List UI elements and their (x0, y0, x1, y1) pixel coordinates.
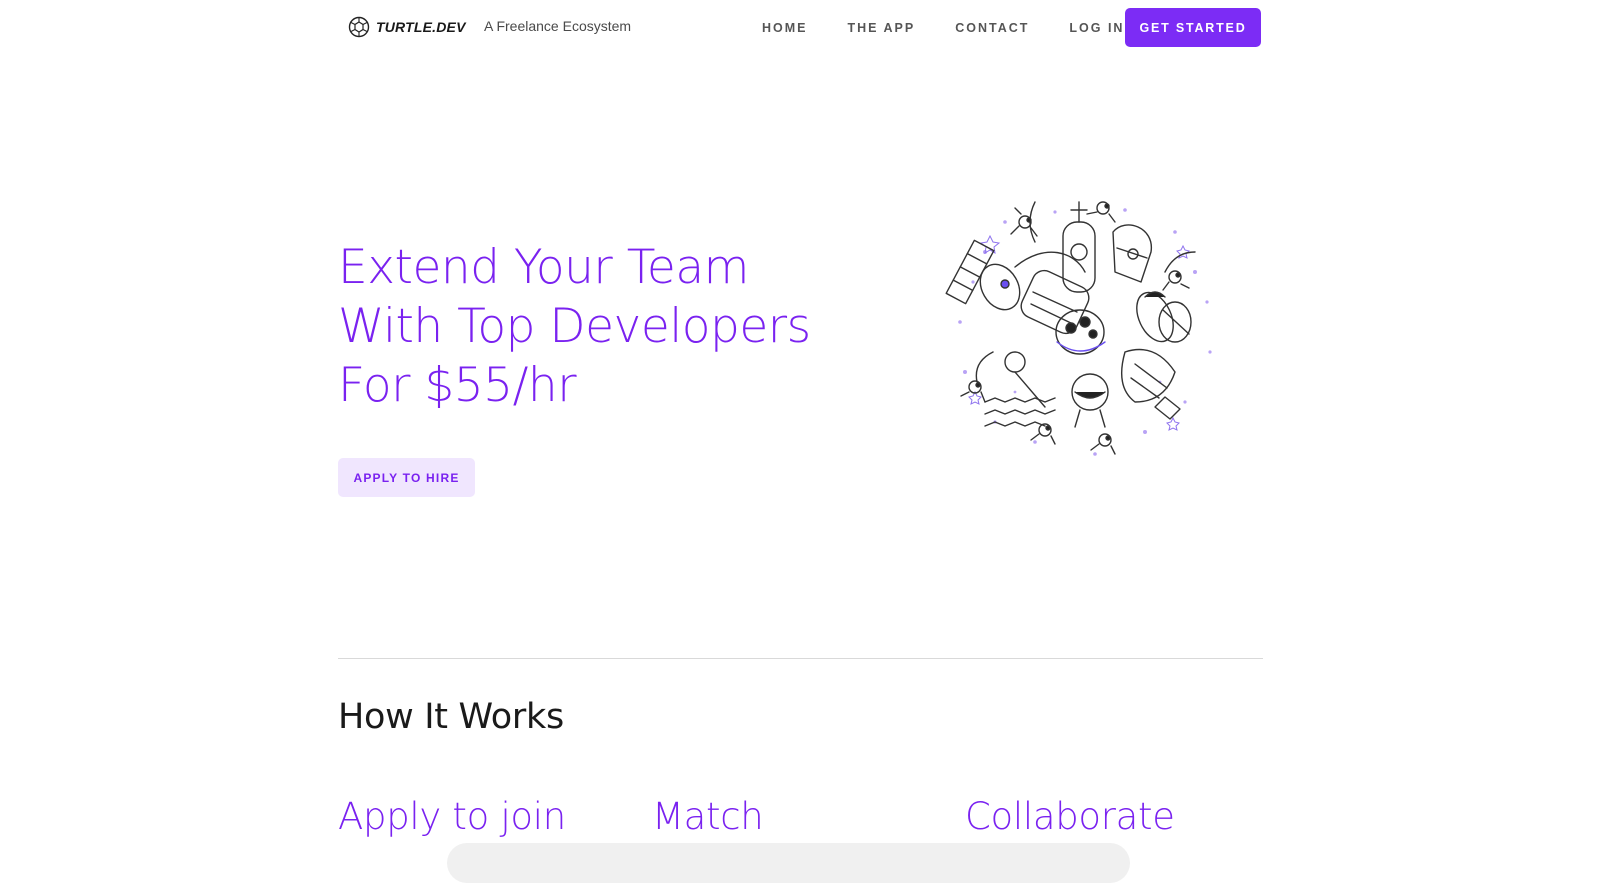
turtle-shell-icon (348, 16, 370, 38)
how-it-works-title: How It Works (338, 697, 564, 737)
nav-link-the-app[interactable]: THE APP (848, 21, 916, 35)
nav-link-contact[interactable]: CONTACT (955, 21, 1029, 35)
hero-title-line-1: Extend Your Team (338, 240, 749, 295)
hero-title-line-2: With Top Developers (338, 299, 811, 354)
nav-link-log-in[interactable]: LOG IN (1069, 21, 1124, 35)
step-apply-to-join: Apply to join (338, 795, 566, 838)
step-collaborate: Collaborate (965, 795, 1175, 838)
nav-link-home[interactable]: HOME (762, 21, 808, 35)
brand-logo-link[interactable]: TURTLE.DEV (348, 16, 466, 38)
brand-tagline: A Freelance Ecosystem (484, 18, 632, 34)
apply-to-hire-button[interactable]: APPLY TO HIRE (338, 458, 475, 497)
space-station-illustration (945, 192, 1227, 462)
hero-title-line-3: For $55/hr (338, 358, 577, 413)
nav-links: HOME THE APP CONTACT LOG IN (762, 8, 1144, 48)
step-match: Match (652, 795, 764, 838)
top-navbar: TURTLE.DEV A Freelance Ecosystem HOME TH… (0, 0, 1600, 56)
section-divider (338, 658, 1263, 659)
preview-panel (447, 843, 1130, 883)
get-started-button[interactable]: GET STARTED (1125, 8, 1261, 47)
hero-title: Extend Your Team With Top Developers For… (338, 238, 818, 415)
brand-name: TURTLE.DEV (376, 19, 466, 35)
